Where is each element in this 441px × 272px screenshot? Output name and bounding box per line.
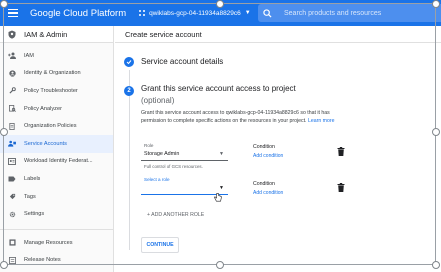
check-circle-icon	[124, 57, 134, 67]
sidebar: IAM & Admin IAM Identity & Organization …	[0, 26, 114, 272]
policy-analyzer-icon	[0, 105, 24, 113]
hand-cursor-icon	[214, 193, 222, 202]
sidebar-item-identity-organization[interactable]: Identity & Organization	[0, 65, 113, 83]
role-select-value: Storage Admin	[144, 151, 180, 157]
resize-handle[interactable]	[0, 128, 8, 136]
sidebar-divider	[0, 228, 113, 230]
resize-handle[interactable]	[0, 0, 8, 8]
delete-icon[interactable]	[337, 183, 345, 192]
resize-handle[interactable]	[216, 0, 224, 8]
sidebar-item-organization-policies[interactable]: Organization Policies	[0, 117, 113, 135]
step2-description-text: Grant this service account access to qwi…	[141, 110, 330, 124]
step1-title[interactable]: Service account details	[141, 57, 223, 66]
sidebar-item-policy-analyzer[interactable]: Policy Analyzer	[0, 100, 113, 118]
dropdown-arrow-icon: ▼	[219, 185, 224, 191]
sidebar-item-label: Tags	[24, 193, 36, 200]
delete-icon[interactable]	[337, 147, 345, 156]
person-add-icon	[0, 52, 24, 60]
sidebar-item-policy-troubleshooter[interactable]: Policy Troubleshooter	[0, 82, 113, 100]
account-circle-icon	[0, 70, 24, 77]
sidebar-item-tags[interactable]: Tags	[0, 188, 113, 206]
select-role-label: Select a role	[144, 177, 170, 182]
search-input[interactable]: Search products and resources	[284, 10, 381, 17]
workload-identity-icon	[0, 157, 24, 165]
sidebar-item-label: Release Notes	[24, 257, 61, 264]
learn-more-link[interactable]: Learn more	[308, 118, 335, 124]
stepper-line	[128, 70, 130, 250]
project-selector[interactable]: qwiklabs-gcp-04-11934a8829c6 ▼	[138, 9, 251, 17]
sidebar-item-labels[interactable]: Labels	[0, 170, 113, 188]
continue-button[interactable]: CONTINUE	[141, 237, 179, 253]
app-title[interactable]: Google Cloud Platform	[30, 8, 126, 19]
step2-optional-label: (optional)	[141, 96, 175, 105]
project-name: qwiklabs-gcp-04-11934a8829c6	[149, 9, 241, 17]
step2-description: Grant this service account access to qwi…	[141, 110, 346, 126]
sidebar-item-label: Labels	[24, 175, 41, 182]
sidebar-item-manage-resources[interactable]: Manage Resources	[0, 234, 113, 252]
project-dots-icon	[139, 10, 146, 16]
sidebar-item-label: Policy Analyzer	[24, 105, 62, 112]
resize-handle[interactable]	[432, 0, 440, 8]
resize-handle[interactable]	[0, 261, 8, 269]
sidebar-item-label: Organization Policies	[24, 123, 77, 130]
role-hint: Full control of GCS resources.	[144, 164, 203, 169]
role-select[interactable]: Role Storage Admin ▼	[141, 143, 228, 161]
sidebar-item-release-notes[interactable]: Release Notes	[0, 252, 113, 270]
sidebar-nav: IAM Identity & Organization Policy Troub…	[0, 43, 113, 269]
resize-handle[interactable]	[432, 261, 440, 269]
manage-resources-icon	[0, 239, 24, 246]
condition-label: Condition	[253, 144, 275, 150]
dropdown-arrow-icon: ▼	[219, 151, 224, 157]
service-account-icon	[0, 140, 24, 147]
sidebar-item-workload-identity-federation[interactable]: Workload Identity Federat...	[0, 153, 113, 171]
sidebar-item-iam[interactable]: IAM	[0, 47, 113, 65]
sidebar-item-label: Policy Troubleshooter	[24, 87, 78, 94]
sidebar-item-label: Service Accounts	[24, 140, 67, 147]
page-title: Create service account	[115, 26, 441, 43]
sidebar-title: IAM & Admin	[24, 29, 68, 39]
sidebar-item-label: Workload Identity Federat...	[24, 158, 93, 165]
wrench-icon	[0, 87, 24, 95]
sidebar-item-settings[interactable]: Settings	[0, 205, 113, 223]
search-box[interactable]: Search products and resources	[258, 4, 441, 22]
sidebar-item-label: Manage Resources	[24, 239, 73, 246]
sidebar-item-label: Identity & Organization	[24, 70, 81, 77]
tag-icon	[0, 193, 24, 200]
resize-handle[interactable]	[216, 261, 224, 269]
add-another-role-button[interactable]: + ADD ANOTHER ROLE	[147, 212, 204, 218]
condition-label: Condition	[253, 181, 275, 187]
add-condition-link[interactable]: Add condition	[253, 153, 283, 159]
step2-number-badge: 2	[124, 86, 134, 96]
search-icon	[258, 4, 276, 22]
resize-handle[interactable]	[432, 128, 440, 136]
add-condition-link[interactable]: Add condition	[253, 190, 283, 196]
shield-icon	[0, 30, 24, 39]
gear-icon	[0, 211, 24, 218]
label-icon	[0, 176, 24, 182]
sidebar-item-label: IAM	[24, 52, 34, 59]
chevron-down-icon: ▼	[244, 10, 251, 16]
sidebar-item-label: Settings	[24, 211, 45, 218]
sidebar-header: IAM & Admin	[0, 26, 113, 43]
step2-title: Grant this service account access to pro…	[141, 84, 296, 93]
role-select-label: Role	[144, 143, 154, 148]
sidebar-item-service-accounts[interactable]: Service Accounts	[0, 134, 113, 153]
